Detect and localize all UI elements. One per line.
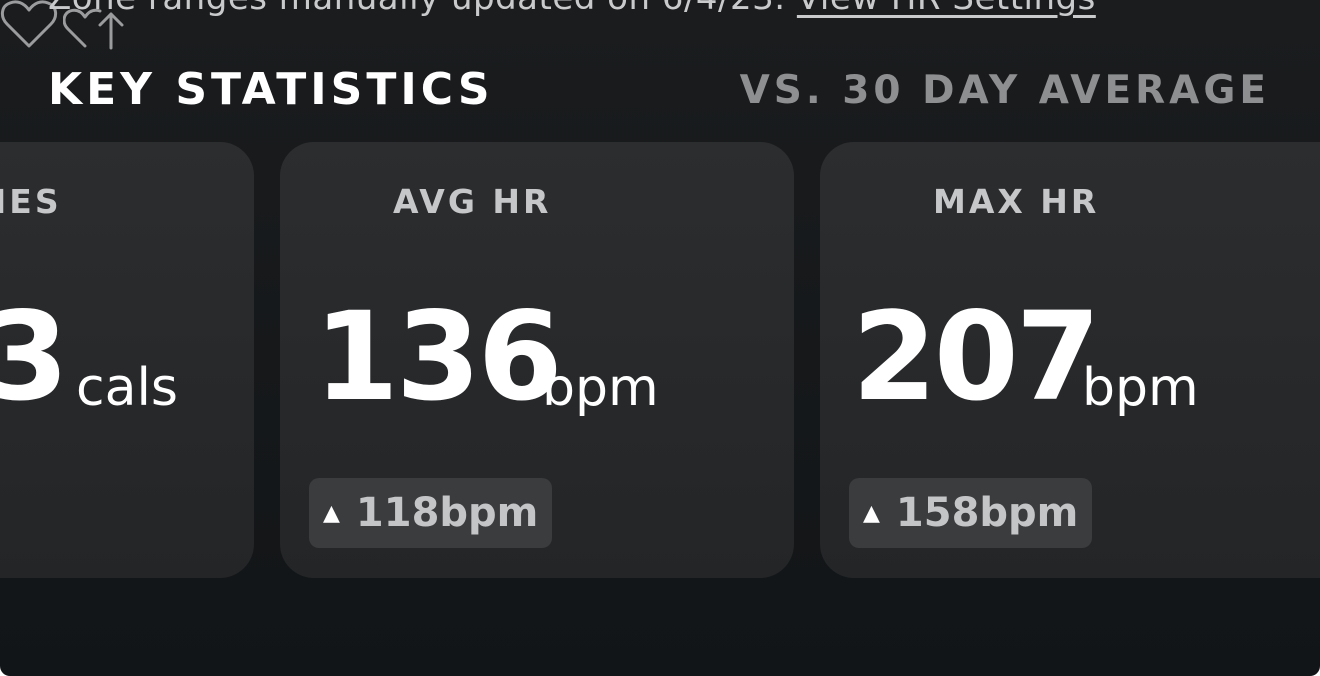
stat-card-calories-label: IES (0, 182, 62, 221)
up-triangle-icon: ▲ (863, 500, 880, 526)
stat-card-max-hr-value: 207 (852, 286, 1101, 428)
stat-card-max-hr-label: MAX HR (933, 182, 1100, 221)
heart-icon (0, 0, 63, 54)
stat-card-max-hr-delta-badge: ▲ 158bpm (849, 478, 1093, 548)
heart-up-arrow-icon (62, 8, 127, 54)
section-title: KEY STATISTICS (48, 64, 494, 115)
view-hr-settings-link[interactable]: View HR Settings (797, 0, 1096, 18)
stat-card-calories-unit: cals (76, 358, 178, 418)
key-statistics-panel: Zone ranges manually updated on 6/4/23. … (0, 0, 1320, 676)
stat-card-avg-hr-delta-badge: ▲ 118bpm (309, 478, 553, 548)
stat-card-max-hr-delta: 158bpm (895, 490, 1079, 536)
comparison-label: VS. 30 DAY AVERAGE (739, 68, 1270, 113)
stat-card-avg-hr-label: AVG HR (393, 182, 552, 221)
zone-ranges-note-text: Zone ranges manually updated on 6/4/23. (48, 0, 786, 18)
up-triangle-icon: ▲ (323, 500, 340, 526)
zone-ranges-note: Zone ranges manually updated on 6/4/23. … (48, 0, 1096, 18)
stat-card-avg-hr-value: 136 (314, 286, 563, 428)
stat-card-avg-hr-unit: bpm (542, 358, 659, 418)
stat-card-max-hr-unit: bpm (1082, 358, 1199, 418)
stat-card-calories-value: 3 (0, 286, 69, 428)
stat-card-avg-hr-delta: 118bpm (355, 490, 539, 536)
